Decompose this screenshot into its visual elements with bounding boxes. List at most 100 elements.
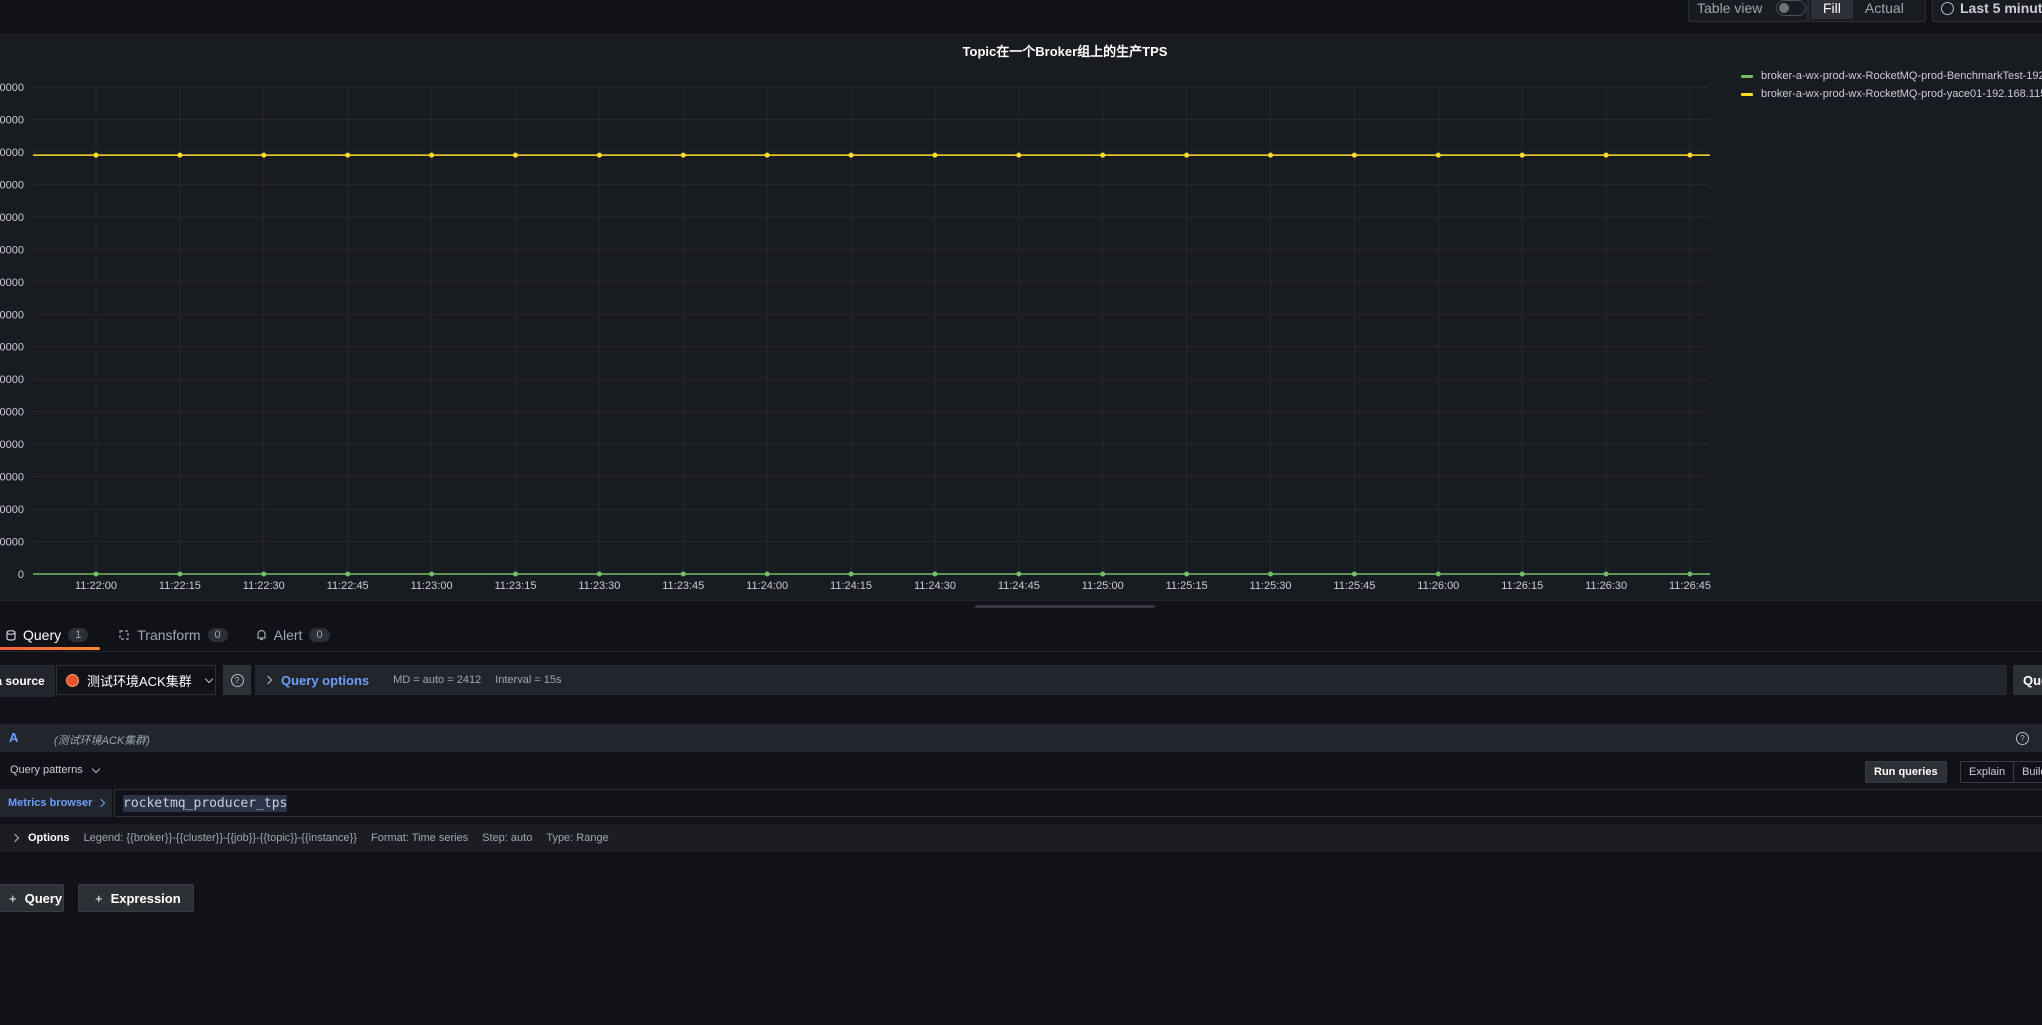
data-point-0 bbox=[345, 571, 351, 577]
query-patterns-dropdown[interactable]: Query patterns bbox=[10, 764, 101, 776]
data-point-1 bbox=[764, 152, 770, 158]
options-step: Step: auto bbox=[482, 832, 533, 844]
x-tick-label: 11:23:15 bbox=[494, 580, 536, 592]
data-point-0 bbox=[1268, 571, 1274, 577]
data-point-1 bbox=[1687, 152, 1693, 158]
query-datasource-name: (测试环境ACK集群) bbox=[54, 735, 150, 747]
legend-swatch bbox=[1741, 92, 1753, 96]
data-point-1 bbox=[1519, 152, 1525, 158]
tab-alert[interactable]: Alert 0 bbox=[244, 620, 342, 650]
data-point-1 bbox=[177, 152, 183, 158]
data-point-0 bbox=[1435, 571, 1441, 577]
time-range-picker[interactable]: Last 5 minutes bbox=[1932, 0, 2042, 22]
query-options-bar[interactable]: Query options MD = auto = 2412 Interval … bbox=[255, 665, 2007, 695]
x-tick-label: 11:23:30 bbox=[578, 580, 620, 592]
x-tick-label: 11:22:30 bbox=[243, 580, 285, 592]
table-view-switch[interactable] bbox=[1776, 0, 1807, 16]
data-point-0 bbox=[512, 571, 518, 577]
tab-alert-count: 0 bbox=[309, 628, 330, 642]
database-icon bbox=[6, 629, 16, 641]
chevron-right-icon bbox=[263, 675, 273, 685]
legend-item-0[interactable]: broker-a-wx-prod-wx-RocketMQ-prod-Benchm… bbox=[1741, 70, 2042, 82]
tab-transform-label: Transform bbox=[137, 627, 201, 643]
x-tick-label: 11:24:15 bbox=[830, 580, 872, 592]
tab-query-label: Query bbox=[23, 627, 62, 643]
data-point-0 bbox=[932, 571, 938, 577]
x-tick-label: 11:26:30 bbox=[1585, 580, 1627, 592]
data-point-0 bbox=[1016, 571, 1022, 577]
plus-icon: + bbox=[95, 890, 103, 906]
add-expression-button[interactable]: + Expression bbox=[78, 884, 194, 912]
datasource-help-button[interactable]: ? bbox=[223, 665, 251, 695]
data-point-0 bbox=[764, 571, 770, 577]
data-point-1 bbox=[1184, 152, 1190, 158]
prometheus-icon bbox=[66, 673, 79, 687]
clock-icon bbox=[1941, 1, 1954, 15]
question-icon: ? bbox=[230, 673, 244, 687]
data-point-1 bbox=[680, 152, 686, 158]
tab-query[interactable]: Query 1 bbox=[0, 620, 101, 650]
y-tick-label: 0 bbox=[18, 569, 24, 581]
data-point-1 bbox=[596, 152, 602, 158]
y-tick-label: 140000 bbox=[0, 114, 24, 126]
tab-alert-label: Alert bbox=[273, 627, 303, 643]
query-options-collapsed[interactable]: Options Legend: {{broker}}-{{cluster}}-{… bbox=[0, 824, 2042, 852]
help-icon[interactable]: ? bbox=[2016, 732, 2029, 745]
fill-actual-group: Fill Actual bbox=[1808, 0, 1926, 22]
promql-query-input[interactable]: rocketmq_producer_tps bbox=[114, 789, 2042, 817]
y-tick-label: 90000 bbox=[0, 277, 24, 289]
y-tick-label: 70000 bbox=[0, 342, 24, 354]
explain-toggle[interactable]: Explain bbox=[1961, 762, 2013, 782]
pane-resize-handle[interactable] bbox=[975, 605, 1155, 608]
data-point-1 bbox=[512, 152, 518, 158]
y-tick-label: 110000 bbox=[0, 212, 24, 224]
data-point-1 bbox=[1603, 152, 1609, 158]
transform-icon bbox=[119, 630, 129, 640]
fill-button[interactable]: Fill bbox=[1811, 0, 1853, 19]
x-tick-label: 11:24:30 bbox=[914, 580, 956, 592]
data-point-0 bbox=[1351, 571, 1357, 577]
actual-button[interactable]: Actual bbox=[1853, 0, 1916, 19]
x-tick-label: 11:24:00 bbox=[746, 580, 788, 592]
add-expression-label: Expression bbox=[110, 890, 181, 906]
x-tick-label: 11:25:15 bbox=[1166, 580, 1208, 592]
table-view-toggle[interactable]: Table view bbox=[1688, 0, 1808, 22]
query-options-label[interactable]: Query options bbox=[281, 673, 369, 688]
builder-mode-button[interactable]: Builder bbox=[2013, 762, 2042, 782]
data-point-0 bbox=[177, 571, 183, 577]
y-tick-label: 40000 bbox=[0, 439, 24, 451]
y-tick-label: 10000 bbox=[0, 537, 24, 549]
x-tick-label: 11:25:00 bbox=[1082, 580, 1124, 592]
metrics-browser-label: Metrics browser bbox=[8, 797, 93, 809]
data-point-0 bbox=[429, 571, 435, 577]
metric-row: Metrics browser rocketmq_producer_tps bbox=[0, 789, 2042, 817]
chevron-down-icon bbox=[91, 764, 101, 773]
interval: Interval = 15s bbox=[495, 674, 562, 686]
legend-label: broker-a-wx-prod-wx-RocketMQ-prod-Benchm… bbox=[1761, 70, 2042, 82]
legend-item-1[interactable]: broker-a-wx-prod-wx-RocketMQ-prod-yace01… bbox=[1741, 88, 2042, 100]
options-title: Options bbox=[28, 832, 70, 844]
query-letter: A bbox=[9, 730, 19, 745]
data-point-1 bbox=[429, 152, 435, 158]
tab-divider bbox=[0, 651, 2042, 652]
x-tick-label: 11:22:00 bbox=[75, 580, 117, 592]
y-tick-label: 130000 bbox=[0, 147, 24, 159]
query-row-header[interactable]: A (测试环境ACK集群) ? bbox=[0, 724, 2042, 752]
query-inspector-button[interactable]: Query inspector bbox=[2013, 665, 2042, 695]
x-tick-label: 11:26:45 bbox=[1669, 580, 1711, 592]
add-query-button[interactable]: + Query bbox=[0, 884, 64, 912]
tab-transform[interactable]: Transform 0 bbox=[106, 620, 239, 650]
metrics-browser-button[interactable]: Metrics browser bbox=[0, 789, 113, 817]
x-tick-label: 11:22:45 bbox=[327, 580, 369, 592]
top-toolbar: Table view Fill Actual Last 5 minutes bbox=[0, 0, 2042, 35]
chart-legend: broker-a-wx-prod-wx-RocketMQ-prod-Benchm… bbox=[1741, 70, 2042, 106]
y-tick-label: 150000 bbox=[0, 82, 24, 94]
run-queries-button[interactable]: Run queries bbox=[1865, 761, 1947, 783]
data-point-0 bbox=[1603, 571, 1609, 577]
data-point-1 bbox=[932, 152, 938, 158]
datasource-select[interactable]: 测试环境ACK集群 bbox=[56, 665, 216, 695]
y-tick-label: 120000 bbox=[0, 179, 24, 191]
legend-label: broker-a-wx-prod-wx-RocketMQ-prod-yace01… bbox=[1761, 88, 2042, 100]
data-point-0 bbox=[1519, 571, 1525, 577]
data-point-0 bbox=[1687, 571, 1693, 577]
